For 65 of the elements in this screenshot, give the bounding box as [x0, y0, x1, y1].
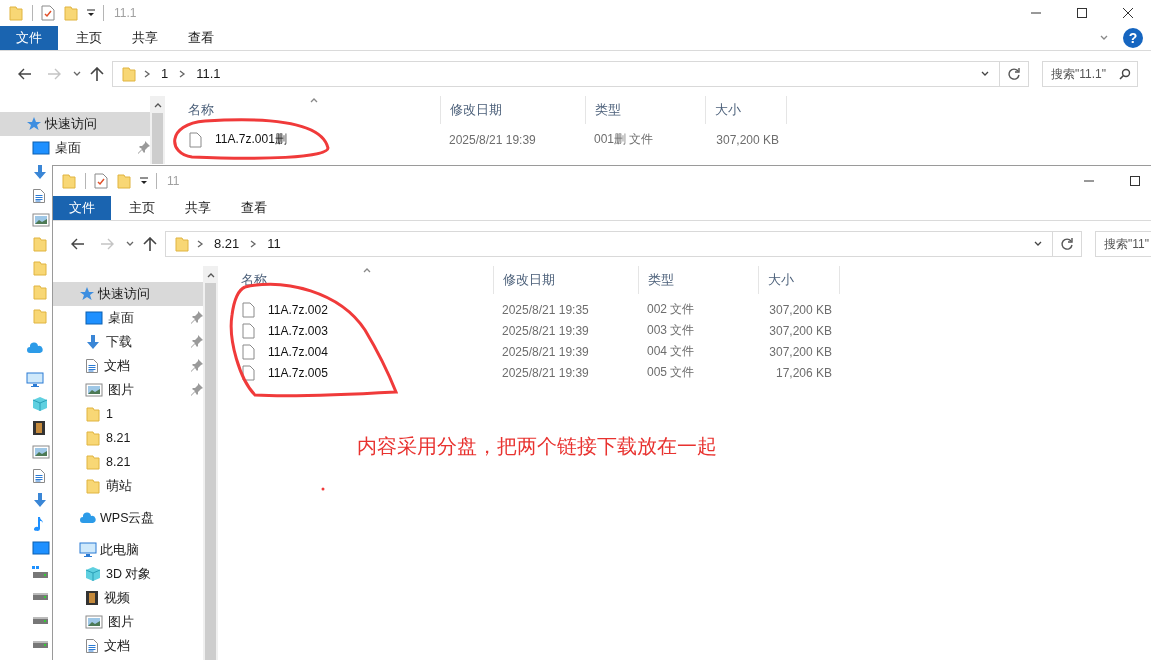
ribbon-tab[interactable]: 查看	[228, 196, 280, 220]
table-cell-text: 2025/8/21 19:39	[501, 323, 590, 338]
table-cell-text: 307,200 KB	[768, 323, 833, 338]
table-cell-text: 17,206 KB	[774, 365, 833, 380]
column-header[interactable]: 类型	[639, 266, 759, 294]
address-bar[interactable]: 1 11.1	[112, 60, 1000, 87]
ribbon-tab[interactable]: 共享	[119, 26, 171, 50]
ribbon-tab[interactable]: 文件	[53, 196, 111, 220]
nav-item[interactable]: WPS云盘	[53, 506, 203, 530]
table-cell-text: 2025/8/21 19:39	[448, 132, 537, 147]
address-bar[interactable]: 8.21 11	[165, 230, 1053, 257]
file-name[interactable]: 11A.7z.005	[260, 365, 460, 380]
table-cell-text: 307,200 KB	[768, 302, 833, 317]
help-button[interactable]: ?	[1123, 28, 1143, 48]
table-cell-text: 307,200 KB	[715, 132, 780, 147]
search-field[interactable]: 搜索"11.1"	[1042, 60, 1138, 87]
nav-item[interactable]: 文档	[53, 634, 203, 658]
annotation-text: 内容采用分盘，把两个链接下载放在一起	[357, 433, 717, 460]
nav-item[interactable]: 桌面	[53, 306, 203, 330]
nav-item[interactable]: 图片	[53, 610, 203, 634]
table-cell-text: 2025/8/21 19:35	[501, 302, 590, 317]
column-header[interactable]: 修改日期	[441, 96, 586, 124]
nav-item[interactable]: 桌面	[0, 136, 150, 160]
ribbon-tab[interactable]: 主页	[63, 26, 115, 50]
nav-item[interactable]: 8.21	[53, 450, 203, 474]
breadcrumb[interactable]: 11.1	[192, 66, 225, 81]
window-title: 11.1	[114, 6, 137, 20]
column-header[interactable]: 类型	[586, 96, 706, 124]
column-header[interactable]: 修改日期	[494, 266, 639, 294]
ribbon-tab[interactable]: 查看	[175, 26, 227, 50]
breadcrumb[interactable]: 11	[263, 236, 285, 251]
search-field[interactable]: 搜索"11"	[1095, 230, 1151, 257]
column-header[interactable]: 大小	[706, 96, 787, 124]
nav-item[interactable]: 此电脑	[53, 538, 203, 562]
nav-item[interactable]: 图片	[53, 378, 203, 402]
ribbon-tab[interactable]: 共享	[172, 196, 224, 220]
table-cell-text: 002 文件	[646, 301, 696, 318]
window-title: 11	[167, 174, 180, 188]
ribbon-tab[interactable]: 主页	[116, 196, 168, 220]
table-cell-text: 001删 文件	[593, 131, 655, 148]
column-header[interactable]: 名称	[232, 266, 494, 294]
nav-item[interactable]: 8.21	[53, 426, 203, 450]
column-header[interactable]: 大小	[759, 266, 840, 294]
column-header[interactable]: 名称	[179, 96, 441, 124]
nav-item[interactable]: 视频	[53, 586, 203, 610]
nav-item[interactable]: 萌站	[53, 474, 203, 498]
nav-item[interactable]: 快速访问	[0, 112, 150, 136]
breadcrumb[interactable]: 8.21	[210, 236, 244, 251]
table-cell-text: 004 文件	[646, 343, 696, 360]
table-cell-text: 005 文件	[646, 364, 696, 381]
file-name[interactable]: 11A.7z.001删	[207, 131, 407, 148]
nav-item[interactable]: 文档	[53, 354, 203, 378]
table-cell-text: 2025/8/21 19:39	[501, 344, 590, 359]
ribbon-tab[interactable]: 文件	[0, 26, 58, 50]
nav-item[interactable]: 下载	[53, 330, 203, 354]
table-cell-text: 2025/8/21 19:39	[501, 365, 590, 380]
table-cell-text: 003 文件	[646, 322, 696, 339]
breadcrumb[interactable]: 1	[157, 66, 173, 81]
nav-item[interactable]: 3D 对象	[53, 562, 203, 586]
file-name[interactable]: 11A.7z.002	[260, 302, 460, 317]
file-name[interactable]: 11A.7z.003	[260, 323, 460, 338]
file-name[interactable]: 11A.7z.004	[260, 344, 460, 359]
nav-item[interactable]: 1	[53, 402, 203, 426]
nav-item[interactable]: 快速访问	[53, 282, 203, 306]
table-cell-text: 307,200 KB	[768, 344, 833, 359]
